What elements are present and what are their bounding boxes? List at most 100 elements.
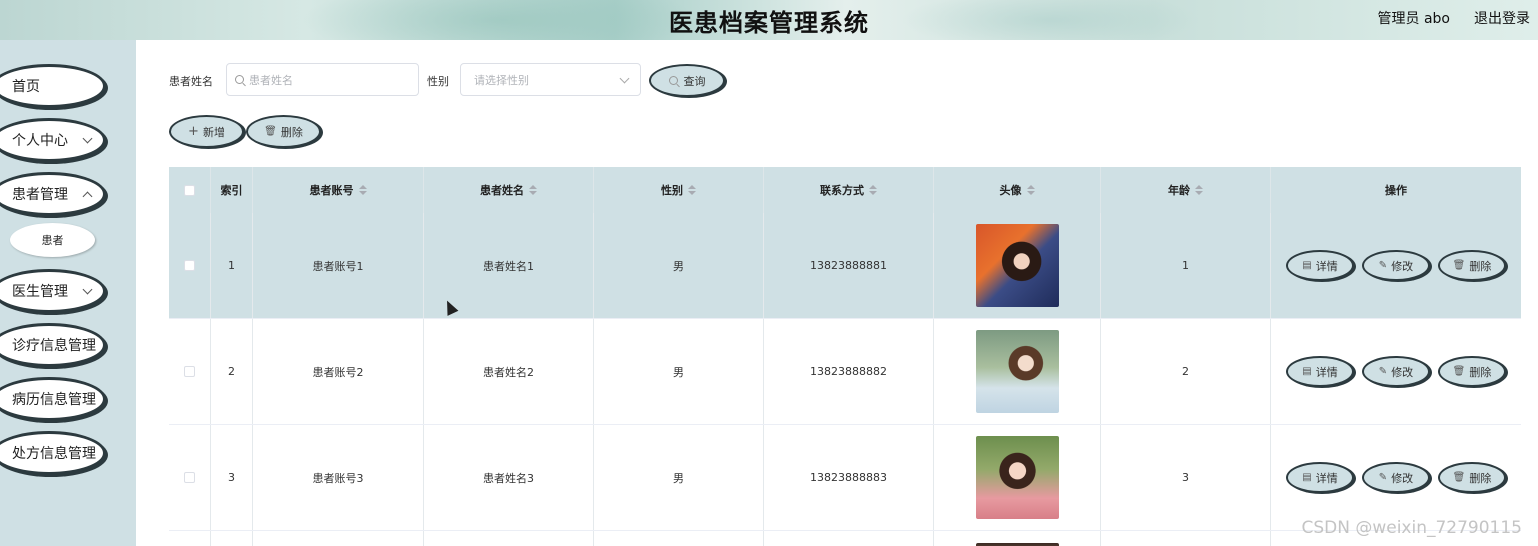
delete-button[interactable]: 🗑 删除 <box>1438 462 1506 493</box>
sidebar-item-personal-center[interactable]: 个人中心 <box>0 118 106 162</box>
cell-age <box>1101 531 1271 546</box>
chevron-down-icon <box>82 133 93 144</box>
gender-filter-label: 性别 <box>427 75 449 88</box>
sort-icon[interactable] <box>869 185 877 195</box>
cell-index: 2 <box>211 319 253 424</box>
sidebar-item-patient-management[interactable]: 患者管理 <box>0 172 106 216</box>
header-age[interactable]: 年龄 <box>1101 167 1271 213</box>
sidebar-subitem-patient[interactable]: 患者 <box>10 223 95 257</box>
pencil-icon: ✎ <box>1378 366 1388 377</box>
table-row[interactable]: 1 患者账号1 患者姓名1 男 13823888881 1 ▤ 详情 ✎ 修改 🗑 删… <box>169 213 1521 319</box>
edit-button-label: 修改 <box>1391 365 1414 379</box>
patient-avatar-image[interactable] <box>975 224 1059 307</box>
header-account[interactable]: 患者账号 <box>253 167 424 213</box>
sidebar-item-doctor-management[interactable]: 医生管理 <box>0 269 106 313</box>
batch-delete-button[interactable]: 🗑 删除 <box>246 115 321 148</box>
header-ops-label: 操作 <box>1385 184 1407 197</box>
row-checkbox-cell <box>169 319 211 424</box>
cell-avatar <box>934 531 1101 546</box>
name-search-placeholder: 患者姓名 <box>249 73 293 87</box>
watermark-text: CSDN @weixin_72790115 <box>1301 518 1522 538</box>
sidebar-item-home[interactable]: 首页 <box>0 64 106 108</box>
delete-button[interactable]: 🗑 删除 <box>1438 250 1506 281</box>
detail-button[interactable]: ▤ 详情 <box>1286 250 1354 281</box>
row-checkbox[interactable] <box>184 472 195 483</box>
sidebar-item-diagnosis-info[interactable]: 诊疗信息管理 <box>0 323 106 367</box>
query-button[interactable]: 查询 <box>649 64 725 97</box>
cell-account: 患者账号2 <box>253 319 424 424</box>
cell-gender: 男 <box>594 319 764 424</box>
cell-age: 1 <box>1101 213 1271 318</box>
header-avatar[interactable]: 头像 <box>934 167 1101 213</box>
sort-icon[interactable] <box>1026 185 1035 195</box>
cell-index <box>211 531 253 546</box>
pencil-icon: ✎ <box>1378 472 1388 483</box>
sidebar-item-medical-record-info[interactable]: 病历信息管理 <box>0 377 106 421</box>
header-index-label: 索引 <box>220 184 243 197</box>
sidebar-item-prescription-info[interactable]: 处方信息管理 <box>0 431 106 475</box>
cell-name: 患者姓名3 <box>424 425 594 530</box>
select-all-checkbox[interactable] <box>184 184 195 196</box>
cell-ops: ▤ 详情 ✎ 修改 🗑 删除 <box>1271 213 1521 318</box>
delete-button[interactable]: 🗑 删除 <box>1438 356 1506 387</box>
cell-avatar <box>934 319 1101 424</box>
sidebar-item-label: 个人中心 <box>12 133 68 149</box>
header-user-area: 管理员 abo 退出登录 <box>1378 8 1530 28</box>
sort-icon[interactable] <box>358 185 367 195</box>
row-checkbox-cell <box>169 531 211 546</box>
delete-button-label: 删除 <box>1469 365 1492 379</box>
sort-icon[interactable] <box>688 185 696 195</box>
patient-avatar-image[interactable] <box>975 436 1059 519</box>
table-row[interactable]: 3 患者账号3 患者姓名3 男 13823888883 3 ▤ 详情 ✎ 修改 🗑 删… <box>169 425 1521 531</box>
detail-button-label: 详情 <box>1315 471 1338 485</box>
cell-account: 患者账号3 <box>253 425 424 530</box>
sidebar-item-label: 病历信息管理 <box>12 392 96 408</box>
edit-button[interactable]: ✎ 修改 <box>1362 250 1430 281</box>
cell-account: 患者账号1 <box>253 213 424 318</box>
logout-link[interactable]: 退出登录 <box>1474 8 1530 28</box>
table-header: 索引 患者账号 患者姓名 性别 联系方式 头像 年龄 操作 <box>169 167 1521 213</box>
cell-age: 3 <box>1101 425 1271 530</box>
cell-ops: ▤ 详情 ✎ 修改 🗑 删除 <box>1271 319 1521 424</box>
trash-icon: 🗑 <box>264 126 277 137</box>
add-button[interactable]: + 新增 <box>169 115 244 148</box>
system-title: 医患档案管理系统 <box>669 9 869 37</box>
row-checkbox[interactable] <box>184 366 195 377</box>
header-phone[interactable]: 联系方式 <box>764 167 934 213</box>
header-name[interactable]: 患者姓名 <box>424 167 594 213</box>
batch-delete-button-label: 删除 <box>280 125 303 139</box>
delete-button-label: 删除 <box>1469 259 1492 273</box>
admin-user-label: 管理员 abo <box>1377 11 1450 27</box>
sidebar-subitem-label: 患者 <box>41 234 64 247</box>
patient-avatar-image[interactable] <box>975 330 1059 413</box>
cell-account <box>253 531 424 546</box>
gender-select-placeholder: 请选择性别 <box>474 73 529 87</box>
detail-button-label: 详情 <box>1315 259 1338 273</box>
detail-button[interactable]: ▤ 详情 <box>1286 462 1354 493</box>
cell-index: 1 <box>211 213 253 318</box>
pencil-icon: ✎ <box>1378 260 1388 271</box>
sidebar-item-label: 诊疗信息管理 <box>12 338 96 354</box>
table-row[interactable]: 2 患者账号2 患者姓名2 男 13823888882 2 ▤ 详情 ✎ 修改 🗑 删… <box>169 319 1521 425</box>
header-age-label: 年龄 <box>1168 184 1190 197</box>
header-name-label: 患者姓名 <box>480 184 524 197</box>
edit-button[interactable]: ✎ 修改 <box>1362 462 1430 493</box>
add-button-label: 新增 <box>202 125 225 139</box>
header-gender[interactable]: 性别 <box>594 167 764 213</box>
name-search-input[interactable]: 患者姓名 <box>226 63 419 96</box>
row-checkbox[interactable] <box>184 260 195 271</box>
search-icon <box>235 75 244 84</box>
cell-phone: 13823888883 <box>764 425 934 530</box>
cell-gender <box>594 531 764 546</box>
gender-select[interactable]: 请选择性别 <box>460 63 641 96</box>
sort-icon[interactable] <box>1195 185 1203 195</box>
cell-name: 患者姓名2 <box>424 319 594 424</box>
header-gender-label: 性别 <box>661 184 683 197</box>
sidebar: 首页 个人中心 患者管理 患者 医生管理 诊疗信息管理 病历信息管理 处方信息管… <box>0 40 136 546</box>
edit-button[interactable]: ✎ 修改 <box>1362 356 1430 387</box>
sort-icon[interactable] <box>529 185 537 195</box>
cell-phone: 13823888882 <box>764 319 934 424</box>
detail-button[interactable]: ▤ 详情 <box>1286 356 1354 387</box>
delete-button-label: 删除 <box>1469 471 1492 485</box>
sidebar-item-label: 医生管理 <box>12 284 68 300</box>
